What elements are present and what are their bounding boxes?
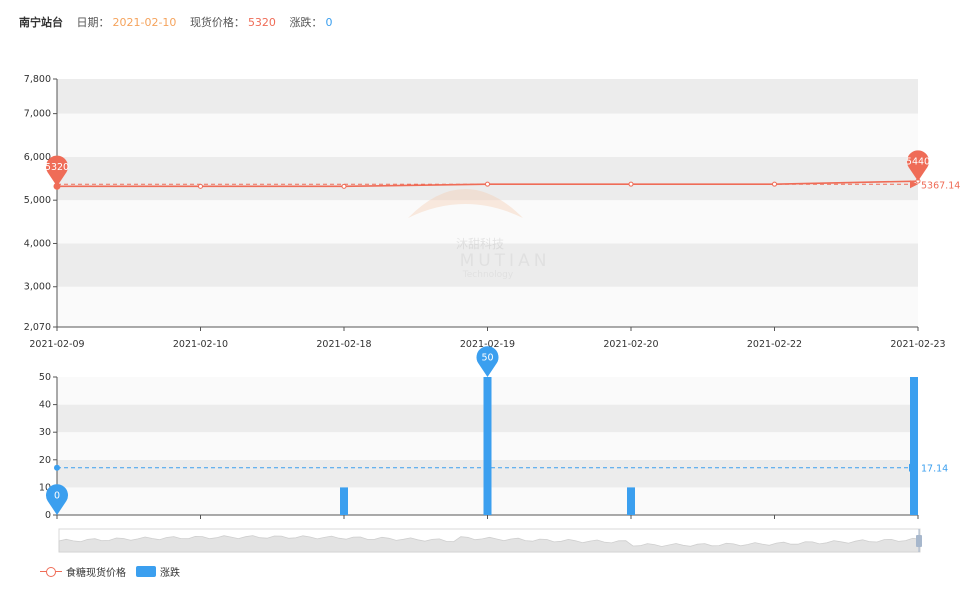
y-tick-label-bottom: 20 (39, 455, 51, 466)
change-average-label: 17.14 (921, 464, 948, 475)
grid-band (57, 286, 918, 327)
y-tick-label-bottom: 50 (39, 372, 51, 383)
change-bar (627, 487, 635, 515)
legend-label-change: 涨跌 (160, 568, 180, 579)
legend-item-price[interactable]: 食糖现货价格 (40, 564, 126, 579)
price-average-label: 5367.14 (921, 180, 960, 191)
y-tick-label-top: 7,000 (24, 109, 51, 120)
price-point (198, 183, 203, 189)
price-change-chart: 沐甜科技MUTIANTechnology 2,070 3,000 4,000 5,000… (24, 74, 960, 553)
y-tick-label-top: 5,000 (24, 195, 51, 206)
watermark-cn: 沐甜科技 (456, 237, 504, 251)
change-mark-pin-label: 0 (54, 491, 60, 502)
x-tick-label: 2021-02-23 (890, 339, 945, 350)
y-tick-label-top: 4,000 (24, 238, 51, 249)
price-point (341, 183, 347, 189)
y-tick-label-bottom: 0 (45, 510, 51, 521)
change-bar (910, 377, 918, 515)
watermark-sub: Technology (462, 270, 514, 280)
y-tick-label-top: 2,070 (24, 322, 51, 333)
legend-item-change[interactable]: 涨跌 (136, 564, 180, 579)
y-tick-label-bottom: 30 (39, 427, 51, 438)
x-tick-label: 2021-02-18 (316, 339, 371, 350)
price-point (772, 181, 777, 187)
grid-band (57, 79, 918, 114)
y-tick-label-top: 7,800 (24, 74, 51, 85)
price-mark-pin-label: 5440 (906, 157, 930, 168)
line-series-icon (40, 566, 62, 578)
legend-label-price: 食糖现货价格 (66, 568, 126, 579)
price-point (628, 181, 634, 187)
price-point (485, 181, 490, 187)
price-mark-pin-label: 5320 (45, 162, 69, 173)
x-tick-label: 2021-02-10 (173, 339, 228, 350)
x-tick-label: 2021-02-09 (29, 339, 84, 350)
x-tick-label: 2021-02-20 (603, 339, 658, 350)
change-mark-pin-label: 50 (481, 353, 493, 364)
grid-band (57, 113, 918, 157)
change-bar (340, 487, 348, 515)
watermark-en: MUTIAN (460, 251, 551, 271)
change-bar (483, 377, 492, 515)
change-mark-pin: 50 (476, 346, 499, 377)
x-tick-label: 2021-02-22 (747, 339, 802, 350)
y-tick-label-bottom: 40 (39, 400, 51, 411)
y-tick-label-top: 3,000 (24, 282, 51, 293)
bar-series-icon (136, 566, 156, 577)
data-zoom-slider[interactable] (58, 528, 922, 553)
legend: 食糖现货价格 涨跌 (40, 564, 190, 579)
